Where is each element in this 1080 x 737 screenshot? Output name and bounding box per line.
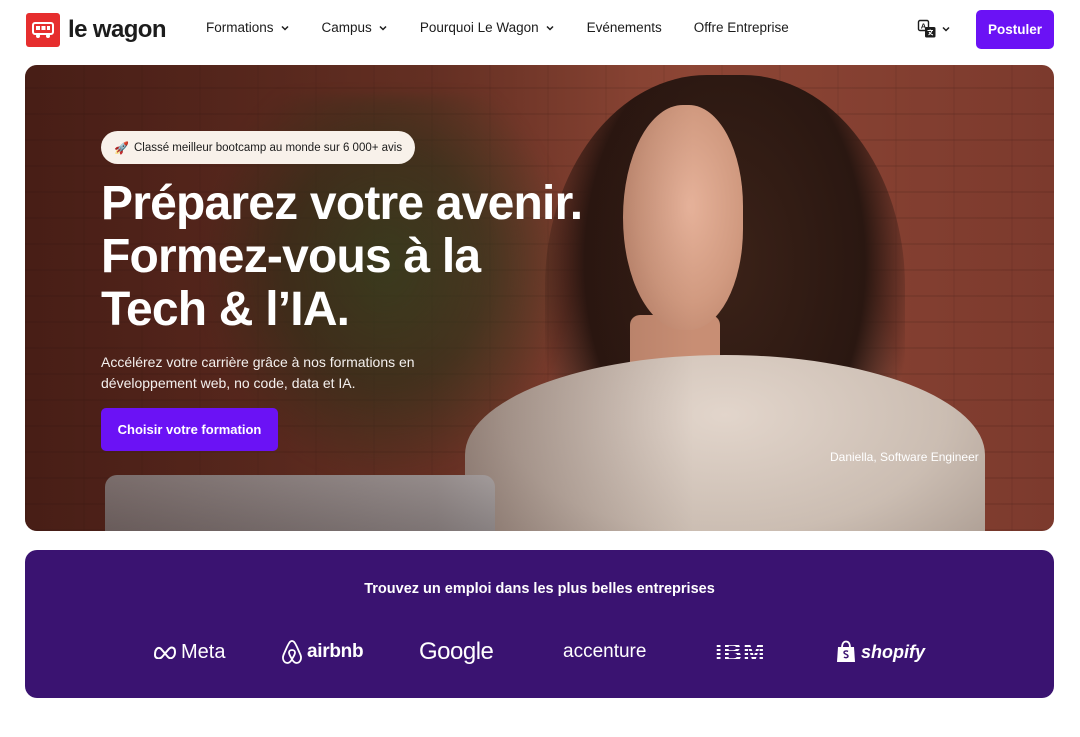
hero-subtitle: Accélérez votre carrière grâce à nos for… bbox=[101, 354, 415, 391]
nav-formations-label: Formations bbox=[206, 20, 274, 35]
accenture-logo: accenture bbox=[563, 634, 646, 670]
choose-training-button[interactable]: Choisir votre formation bbox=[101, 408, 278, 451]
language-switcher[interactable]: A bbox=[917, 19, 951, 39]
ibm-logo-text: IBM bbox=[715, 636, 766, 667]
airbnb-icon bbox=[282, 640, 302, 664]
google-logo-text: Google bbox=[419, 638, 494, 665]
shopify-logo-text: shopify bbox=[861, 641, 926, 662]
companies-banner: Trouvez un emploi dans les plus belles e… bbox=[25, 550, 1054, 698]
nav-evenements-label: Evénements bbox=[586, 20, 662, 35]
headline-line-1: Préparez votre avenir. bbox=[101, 177, 583, 230]
google-logo: Google bbox=[419, 634, 494, 670]
apply-button[interactable]: Postuler bbox=[976, 10, 1054, 49]
le-wagon-logo[interactable]: le wagon bbox=[26, 13, 166, 47]
chevron-down-icon bbox=[546, 25, 554, 31]
meta-logo: Meta bbox=[153, 634, 225, 670]
ibm-logo: IBM bbox=[715, 634, 766, 670]
nav-pourquoi[interactable]: Pourquoi Le Wagon bbox=[420, 20, 555, 35]
meta-logo-text: Meta bbox=[181, 640, 226, 663]
accenture-logo-text: accenture bbox=[563, 641, 647, 662]
nav-campus[interactable]: Campus bbox=[322, 20, 388, 35]
airbnb-logo: airbnb bbox=[281, 634, 364, 670]
brand-name: le wagon bbox=[68, 16, 166, 43]
chevron-down-icon bbox=[281, 25, 289, 31]
company-logos: Meta airbnb Google accenture IBM shopify bbox=[25, 634, 1054, 670]
headline-line-2: Formez-vous à la bbox=[101, 230, 481, 283]
translate-icon: A bbox=[917, 19, 936, 38]
airbnb-logo-text: airbnb bbox=[307, 641, 364, 662]
nav-campus-label: Campus bbox=[321, 20, 372, 35]
chevron-down-icon bbox=[379, 25, 387, 31]
rating-badge-text: Classé meilleur bootcamp au monde sur 6 … bbox=[133, 141, 403, 154]
shopify-bag-icon bbox=[837, 640, 855, 662]
nav-pourquoi-label: Pourquoi Le Wagon bbox=[419, 20, 539, 35]
nav-evenements[interactable]: Evénements bbox=[587, 20, 662, 35]
rocket-icon: 🚀 bbox=[114, 140, 129, 155]
nav-offre-entreprise[interactable]: Offre Entreprise bbox=[694, 20, 789, 35]
nav-offre-entreprise-label: Offre Entreprise bbox=[693, 20, 789, 35]
headline-line-3: Tech & l’IA. bbox=[101, 283, 350, 336]
photo-caption: Daniella, Software Engineer bbox=[830, 450, 979, 464]
chevron-down-icon bbox=[942, 26, 950, 32]
hero-headline: Préparez votre avenir. Formez-vous à la … bbox=[101, 177, 661, 336]
nav-formations[interactable]: Formations bbox=[206, 20, 290, 35]
wagon-icon bbox=[26, 13, 60, 47]
main-menu: Formations Campus Pourquoi Le Wagon Evén… bbox=[206, 20, 789, 35]
meta-infinity-icon bbox=[153, 646, 177, 659]
companies-title: Trouvez un emploi dans les plus belles e… bbox=[364, 581, 715, 597]
shopify-logo: shopify bbox=[835, 634, 925, 670]
rating-badge: 🚀 Classé meilleur bootcamp au monde sur … bbox=[101, 131, 416, 164]
top-navbar: le wagon Formations Campus Pourquoi Le W… bbox=[0, 0, 1080, 58]
hero-section: 🚀 Classé meilleur bootcamp au monde sur … bbox=[25, 65, 1054, 531]
